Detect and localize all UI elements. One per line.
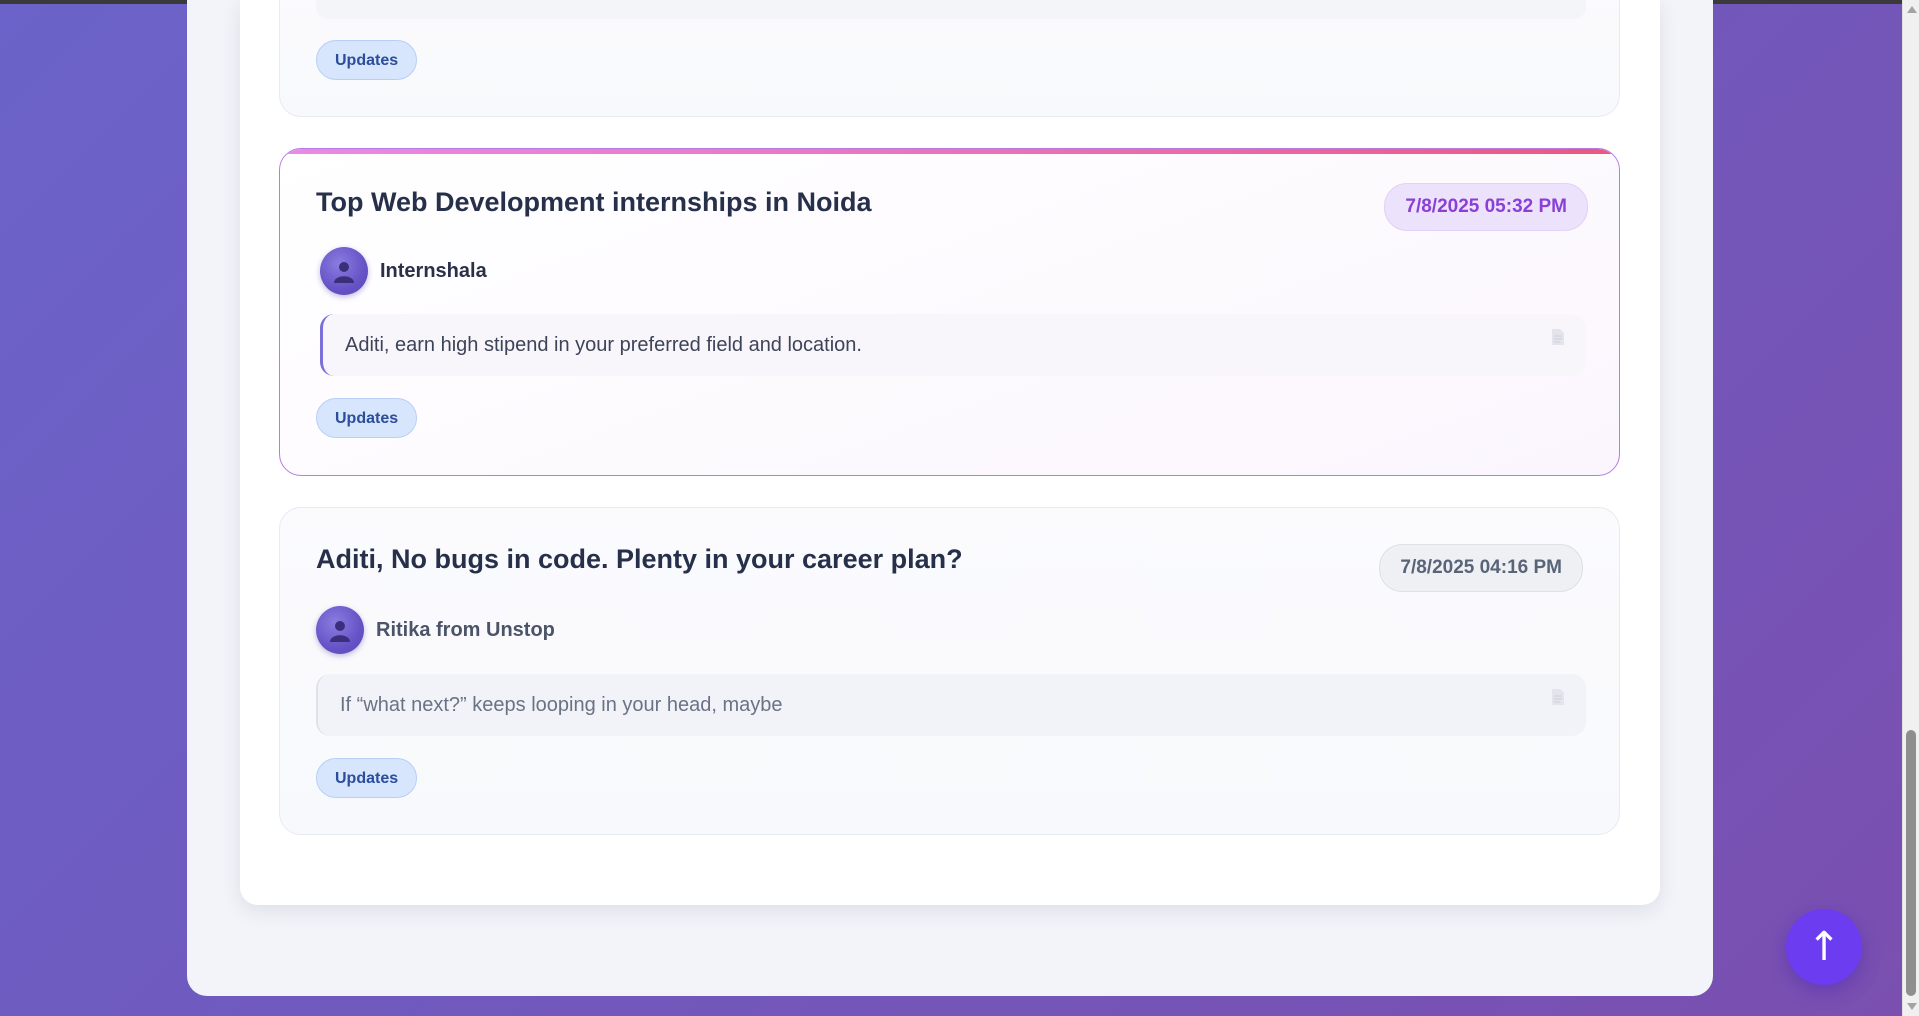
document-icon [1552,689,1564,705]
category-tag[interactable]: Updates [316,398,418,438]
vertical-scrollbar[interactable] [1902,0,1919,1016]
snippet-text: If “what next?” keeps looping in your he… [340,693,783,716]
scroll-to-top-button[interactable]: ↑ [1786,909,1862,985]
email-snippet: Aditi, earn high stipend in your preferr… [320,314,1586,376]
email-sender: Internshala [320,245,487,297]
email-sender: Ritika from Unstop [316,604,555,656]
email-card-selected[interactable]: Top Web Development internships in Noida… [279,148,1620,476]
scroll-down-arrow-icon[interactable] [1907,1003,1917,1010]
snippet-text: Aditi, earn high stipend in your preferr… [345,333,862,356]
sender-name: Internshala [380,259,487,282]
document-icon [1552,329,1564,345]
scrollbar-thumb[interactable] [1906,730,1916,996]
category-tag[interactable]: Updates [316,758,418,798]
person-icon [316,606,364,654]
email-date-badge: 7/8/2025 04:16 PM [1379,544,1583,592]
arrow-up-icon: ↑ [1807,924,1841,970]
selected-accent-bar [280,149,1619,154]
sender-name: Ritika from Unstop [376,618,555,641]
category-tag[interactable]: Updates [316,40,418,80]
email-date-badge: 7/8/2025 05:32 PM [1384,183,1588,231]
email-subject: Top Web Development internships in Noida [316,187,872,217]
email-snippet [316,0,1586,19]
email-card[interactable]: Aditi, No bugs in code. Plenty in your c… [279,507,1620,835]
person-icon [320,247,368,295]
email-snippet: If “what next?” keeps looping in your he… [316,674,1586,736]
email-subject: Aditi, No bugs in code. Plenty in your c… [316,544,963,574]
scroll-up-arrow-icon[interactable] [1907,6,1917,13]
email-card[interactable]: Updates [279,0,1620,117]
